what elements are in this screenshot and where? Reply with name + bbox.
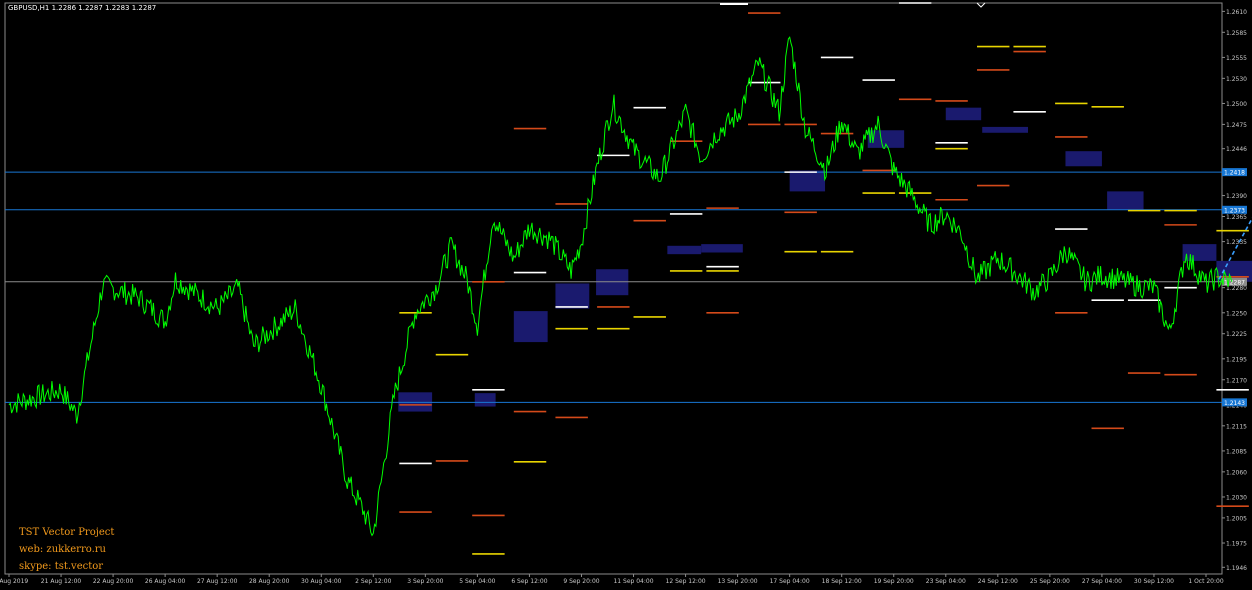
x-tick-label: 19 Sep 20:00 [874,578,914,585]
x-tick-label: 6 Sep 12:00 [511,578,547,585]
y-tick-label: 1.1946 [1226,565,1247,572]
y-tick-label: 1.2085 [1226,448,1247,455]
zone-box [1182,244,1217,261]
x-tick-label: 17 Sep 04:00 [770,578,810,585]
y-tick-label: 1.2365 [1226,214,1247,221]
x-tick-label: 26 Aug 04:00 [145,578,186,585]
x-tick-label: 25 Sep 20:00 [1030,578,1070,585]
credits-web: web: zukkerro.ru [19,544,106,555]
y-tick-label: 1.2555 [1226,55,1247,62]
y-tick-label: 1.2030 [1226,494,1247,501]
y-tick-label: 1.2446 [1226,146,1247,153]
credits: TST Vector Project web: zukkerro.ru skyp… [19,524,114,575]
zone-box [474,393,496,407]
zone-box [555,283,590,309]
y-tick-label: 1.2225 [1226,331,1247,338]
x-tick-label: 27 Sep 04:00 [1082,578,1122,585]
y-tick-label: 1.2195 [1226,356,1247,363]
y-tick-label: 1.2530 [1226,76,1247,83]
y-tick-label: 1.2475 [1226,122,1247,129]
x-tick-label: 3 Sep 20:00 [407,578,443,585]
x-tick-label: 30 Sep 12:00 [1134,578,1174,585]
x-tick-label: 20 Aug 2019 [0,578,28,585]
y-tick-label: 1.2005 [1226,515,1247,522]
zone-box [945,107,982,121]
price-tag-label: 1.2373 [1224,207,1245,214]
x-tick-label: 13 Sep 20:00 [718,578,758,585]
x-tick-label: 22 Aug 20:00 [93,578,134,585]
x-tick-label: 21 Aug 12:00 [41,578,82,585]
y-tick-label: 1.2500 [1226,101,1247,108]
zone-box [513,311,548,343]
price-tag-label: 1.2418 [1224,170,1245,177]
zone-box [789,170,826,192]
x-tick-label: 9 Sep 20:00 [563,578,599,585]
y-tick-label: 1.2390 [1226,193,1247,200]
credits-project: TST Vector Project [19,527,115,538]
zone-box [982,126,1029,133]
shift-marker-icon [976,2,986,8]
x-tick-label: 12 Sep 12:00 [666,578,706,585]
zone-box [667,245,702,255]
zone-box [1065,151,1102,167]
y-tick-label: 1.2585 [1226,30,1247,37]
x-tick-label: 30 Aug 04:00 [301,578,342,585]
y-tick-label: 1.2610 [1226,9,1247,16]
x-tick-label: 28 Aug 20:00 [249,578,290,585]
price-tag-label: 1.2143 [1224,400,1245,407]
y-tick-label: 1.2115 [1226,423,1247,430]
x-tick-label: 27 Aug 12:00 [197,578,238,585]
y-tick-label: 1.2250 [1226,310,1247,317]
x-tick-label: 5 Sep 04:00 [459,578,495,585]
credits-skype: skype: tst.vector [19,561,104,572]
symbol-header: GBPUSD,H1 1.2286 1.2287 1.2283 1.2287 [8,4,157,12]
x-tick-label: 11 Sep 04:00 [613,578,653,585]
y-tick-label: 1.2170 [1226,377,1247,384]
y-tick-label: 1.2060 [1226,469,1247,476]
x-tick-label: 18 Sep 12:00 [822,578,862,585]
x-tick-label: 24 Sep 12:00 [978,578,1018,585]
y-tick-label: 1.1975 [1226,541,1247,548]
zone-box [1107,191,1144,210]
x-tick-label: 2 Sep 12:00 [355,578,391,585]
x-tick-label: 23 Sep 04:00 [926,578,966,585]
zone-box [701,244,743,253]
x-tick-label: 1 Oct 20:00 [1188,578,1223,585]
price-chart[interactable]: 1.2610 1.2585 1.2555 1.2530 1.2500 1.2475 1.24… [0,0,1252,590]
y-tick-label: 1.2335 [1226,239,1247,246]
